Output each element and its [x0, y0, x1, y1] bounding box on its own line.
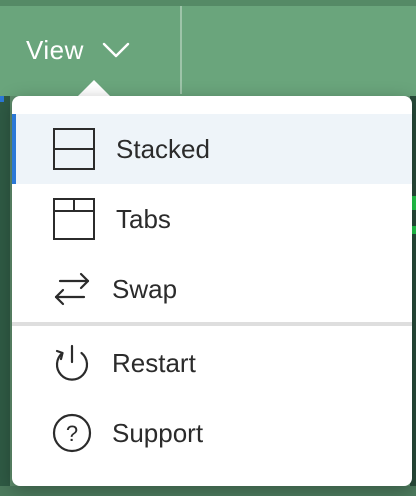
swap-arrows-icon [48, 265, 96, 313]
menu-item-swap[interactable]: Swap [12, 254, 412, 324]
view-menu-button[interactable]: View [12, 24, 144, 76]
toolbar-top-edge [0, 0, 416, 6]
tabs-layout-icon [50, 195, 98, 243]
chevron-down-icon [102, 42, 130, 58]
menu-item-stacked[interactable]: Stacked [12, 114, 412, 184]
view-dropdown-menu: Stacked Tabs Swap Restart ? Support [12, 96, 412, 486]
question-circle-icon: ? [48, 409, 96, 457]
background-bottom-edge [0, 486, 416, 496]
menu-separator [12, 322, 412, 326]
restart-power-icon [48, 339, 96, 387]
dropdown-caret [78, 80, 110, 96]
menu-item-label: Restart [112, 347, 196, 378]
menu-item-label: Tabs [116, 203, 171, 234]
stacked-layout-icon [50, 125, 98, 173]
menu-item-support[interactable]: ? Support [12, 398, 412, 468]
menu-item-restart[interactable]: Restart [12, 328, 412, 398]
view-menu-label: View [26, 34, 84, 65]
menu-item-label: Swap [112, 273, 178, 304]
menu-item-tabs[interactable]: Tabs [12, 184, 412, 254]
menu-item-label: Support [112, 417, 204, 448]
toolbar-divider [180, 6, 182, 94]
menu-item-label: Stacked [116, 133, 210, 164]
background-left-rail [0, 96, 10, 496]
svg-text:?: ? [66, 421, 78, 446]
